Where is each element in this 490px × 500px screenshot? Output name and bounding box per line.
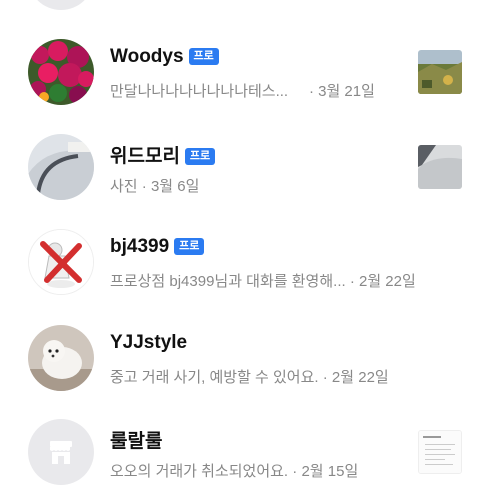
landscape-photo-thumbnail xyxy=(418,50,462,94)
timestamp: · 3월 6일 xyxy=(141,178,200,195)
chat-name: Woodys 프로 xyxy=(110,46,219,68)
chat-name: 룰랄룰 xyxy=(110,426,162,453)
avatar[interactable] xyxy=(28,0,94,10)
chat-name-text: bj4399 xyxy=(110,236,170,257)
store-icon xyxy=(28,419,94,485)
chat-name-text: YJJstyle xyxy=(110,332,188,353)
timestamp: · 2월 15일 xyxy=(292,463,359,480)
timestamp: · 2월 22일 xyxy=(322,369,389,386)
pro-badge: 프로 xyxy=(188,48,219,65)
list-item-clipped-text xyxy=(110,0,200,4)
chat-preview: 만달나나나나나나나나테스... · 3월 21일 xyxy=(110,80,375,101)
flower-photo-avatar xyxy=(28,39,94,105)
chat-preview: 프로상점 bj4399님과 대화를 환영해... · 2월 22일 xyxy=(110,270,416,291)
chat-preview: 중고 거래 사기, 예방할 수 있어요. · 2월 22일 xyxy=(110,366,389,387)
preview-text: 사진 xyxy=(110,178,138,195)
character-avatar xyxy=(28,229,94,295)
timestamp: · 2월 22일 xyxy=(349,273,416,290)
chat-list-item-withmori[interactable]: 위드모리 프로 사진 · 3월 6일 xyxy=(0,119,490,215)
chat-list: Woodys 프로 만달나나나나나나나나테스... · 3월 21일 위드모리 … xyxy=(0,0,490,490)
chat-name-text: 위드모리 xyxy=(110,146,180,167)
chat-preview: 사진 · 3월 6일 xyxy=(110,175,199,196)
chat-name: bj4399 프로 xyxy=(110,236,205,258)
chat-name: 위드모리 프로 xyxy=(110,141,216,168)
chat-list-item-bj4399[interactable]: bj4399 프로 프로상점 bj4399님과 대화를 환영해... · 2월 2… xyxy=(0,214,490,310)
document-thumbnail xyxy=(418,430,462,474)
chat-name-text: Woodys xyxy=(110,46,184,67)
pro-badge: 프로 xyxy=(184,148,216,165)
chat-name-text: 룰랄룰 xyxy=(110,431,163,452)
chat-list-item-woodys[interactable]: Woodys 프로 만달나나나나나나나나테스... · 3월 21일 xyxy=(0,24,490,120)
preview-text: 만달나나나나나나나나테스... xyxy=(110,83,289,100)
chat-preview: 오오의 거래가 취소되었어요. · 2월 15일 xyxy=(110,460,358,481)
interior-photo-avatar xyxy=(28,134,94,200)
chat-list-item-yjjstyle[interactable]: YJJstyle 중고 거래 사기, 예방할 수 있어요. · 2월 22일 xyxy=(0,310,490,406)
preview-text: 프로상점 bj4399님과 대화를 환영해... xyxy=(110,273,346,290)
chat-name: YJJstyle xyxy=(110,332,187,354)
timestamp: · 3월 21일 xyxy=(308,83,375,100)
pro-badge: 프로 xyxy=(174,238,205,255)
preview-text: 중고 거래 사기, 예방할 수 있어요. xyxy=(110,369,319,386)
dog-photo-avatar xyxy=(28,325,94,391)
chat-list-item-rullalrul[interactable]: 룰랄룰 오오의 거래가 취소되었어요. · 2월 15일 xyxy=(0,404,490,500)
room-photo-thumbnail xyxy=(418,145,462,189)
preview-text: 오오의 거래가 취소되었어요. xyxy=(110,463,289,480)
